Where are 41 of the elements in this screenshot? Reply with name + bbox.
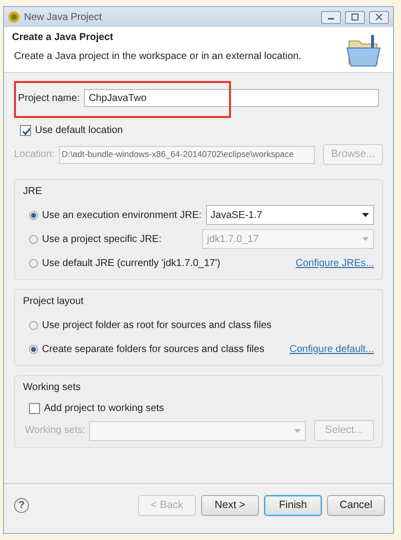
header-title: Create a Java Project	[12, 31, 114, 45]
radio-button[interactable]	[29, 234, 38, 244]
close-button[interactable]	[369, 10, 389, 24]
project-name-field[interactable]: ChpJavaTwo	[84, 89, 379, 107]
radio-label: Use default JRE (currently 'jdk1.7.0_17')	[42, 256, 222, 270]
radio-button[interactable]	[29, 320, 38, 330]
window-title: New Java Project	[24, 10, 102, 24]
group-title: Working sets	[23, 381, 82, 395]
close-icon	[375, 13, 383, 21]
dialog-button[interactable]: Cancel	[327, 495, 385, 516]
field-label: Location:	[14, 148, 55, 162]
radio-label: Use an execution environment JRE:	[42, 208, 202, 222]
dropdown-value: JavaSE-1.7	[210, 208, 264, 222]
radio-label: Use project folder as root for sources and class files	[42, 318, 273, 332]
minimize-button[interactable]	[321, 10, 341, 24]
dropdown[interactable]: JavaSE-1.7	[206, 205, 374, 225]
checkbox-label: Add project to working sets	[44, 402, 164, 416]
group-title: JRE	[23, 185, 43, 199]
help-button[interactable]: ?	[14, 498, 29, 513]
dropdown-value: jdk1.7.0_17	[207, 232, 260, 246]
header-description: Create a Java project in the workspace or in an external location.	[13, 50, 302, 64]
app-icon	[8, 11, 20, 23]
maximize-icon	[351, 13, 359, 21]
caret-icon	[362, 237, 369, 241]
radio-button[interactable]	[29, 258, 38, 268]
caret-icon	[294, 428, 301, 432]
field-label: Working sets:	[25, 424, 86, 438]
maximize-button[interactable]	[345, 10, 365, 24]
checkbox[interactable]	[20, 125, 31, 136]
radio-label: Create separate folders for sources and class files	[42, 342, 266, 356]
field-label: Project name:	[18, 92, 80, 106]
radio-button[interactable]	[29, 344, 38, 354]
group-title: Project layout	[23, 295, 85, 309]
caret-icon	[362, 213, 369, 217]
dialog-button[interactable]: Next >	[201, 495, 259, 516]
dialog-button[interactable]: Finish	[264, 495, 322, 516]
link[interactable]: Configure JREs...	[296, 256, 374, 270]
link[interactable]: Configure default...	[290, 342, 374, 356]
checkbox-label: Use default location	[35, 124, 123, 138]
radio-label: Use a project specific JRE:	[42, 232, 162, 246]
radio-button[interactable]	[29, 210, 38, 220]
